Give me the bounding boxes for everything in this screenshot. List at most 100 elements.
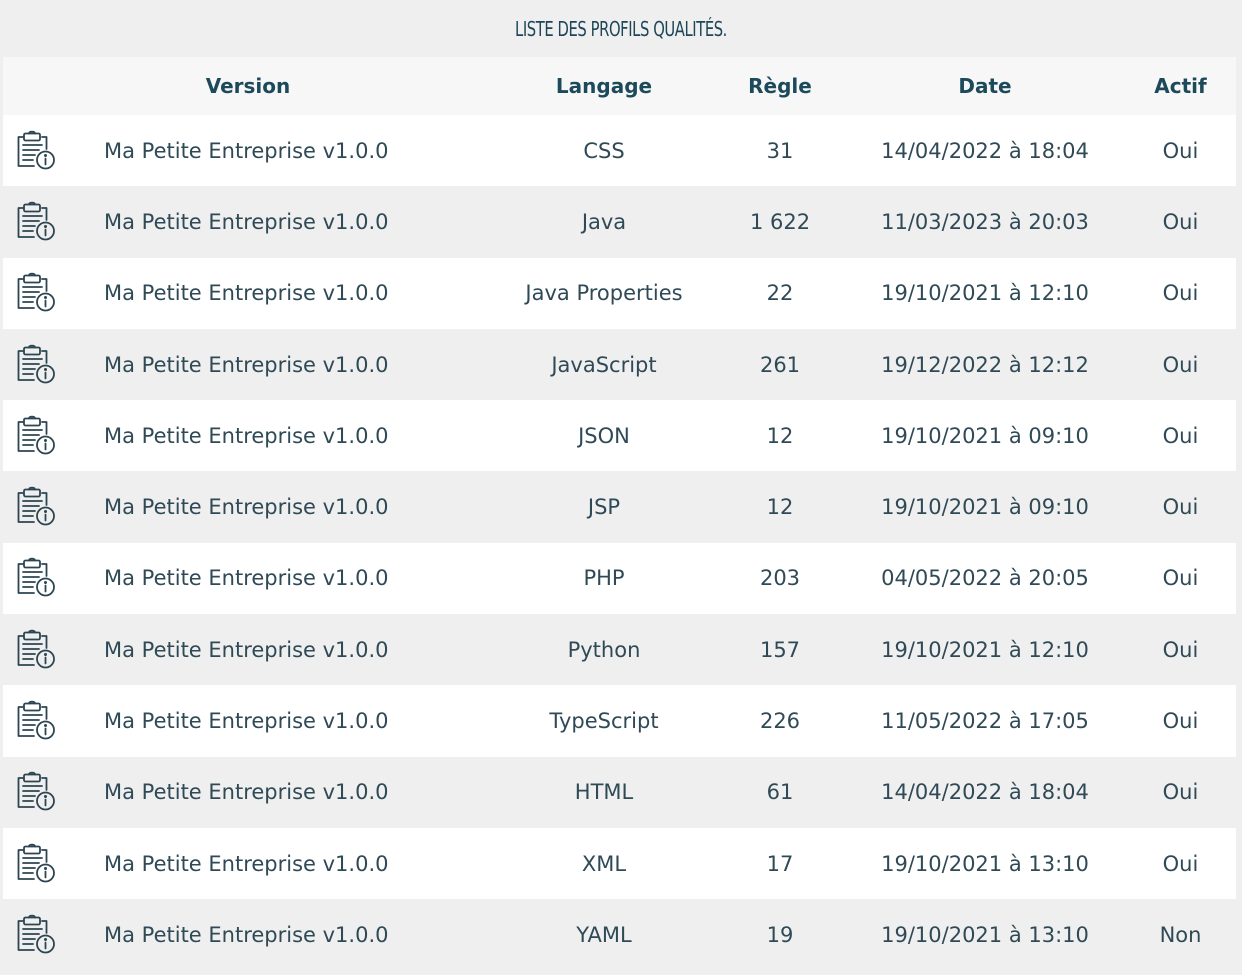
table-row: Ma Petite Entreprise v1.0.0 JSON 12 19/1…	[3, 400, 1236, 472]
cell-active: Oui	[1162, 209, 1199, 234]
cell-version: Ma Petite Entreprise v1.0.0	[104, 637, 389, 662]
page-title: Liste des profils qualités.	[515, 16, 727, 41]
cell-active: Oui	[1162, 423, 1199, 448]
icon-cell	[3, 771, 83, 813]
cell-version: Ma Petite Entreprise v1.0.0	[104, 922, 389, 947]
cell-active: Non	[1159, 922, 1202, 947]
cell-rules: 203	[759, 566, 801, 591]
clipboard-info-icon[interactable]	[14, 843, 58, 885]
quality-profiles-table: Version Langage Règle Date Actif Ma Peti…	[3, 57, 1236, 971]
table-row: Ma Petite Entreprise v1.0.0 PHP 203 04/0…	[3, 542, 1236, 615]
cell-language: Python	[567, 637, 641, 662]
cell-version: Ma Petite Entreprise v1.0.0	[104, 495, 389, 520]
cell-date: 19/10/2021 à 12:10	[881, 637, 1089, 662]
cell-language: YAML	[576, 922, 632, 947]
icon-cell	[3, 272, 83, 314]
cell-date: 11/05/2022 à 17:05	[881, 709, 1089, 734]
cell-rules: 61	[766, 780, 794, 805]
cell-active: Oui	[1162, 709, 1199, 734]
cell-language: CSS	[583, 138, 625, 163]
cell-rules: 22	[766, 281, 794, 306]
column-header-version: Version	[83, 74, 493, 98]
cell-date: 14/04/2022 à 18:04	[881, 780, 1089, 805]
table-row: Ma Petite Entreprise v1.0.0 CSS 31 14/04…	[3, 115, 1236, 187]
cell-version: Ma Petite Entreprise v1.0.0	[104, 423, 389, 448]
column-header-rules: Règle	[748, 74, 812, 98]
cell-language: JavaScript	[551, 352, 657, 377]
icon-cell	[3, 557, 83, 599]
cell-rules: 12	[766, 495, 794, 520]
table-row: Ma Petite Entreprise v1.0.0 JavaScript 2…	[3, 328, 1236, 401]
cell-date: 19/10/2021 à 13:10	[881, 851, 1089, 876]
cell-version: Ma Petite Entreprise v1.0.0	[104, 709, 389, 734]
cell-version: Ma Petite Entreprise v1.0.0	[104, 851, 389, 876]
icon-cell	[3, 486, 83, 528]
cell-date: 04/05/2022 à 20:05	[881, 566, 1089, 591]
icon-cell	[3, 344, 83, 386]
cell-version: Ma Petite Entreprise v1.0.0	[104, 209, 389, 234]
clipboard-info-icon[interactable]	[14, 486, 58, 528]
cell-date: 19/10/2021 à 13:10	[881, 922, 1089, 947]
cell-language: HTML	[574, 780, 634, 805]
table-header: Version Langage Règle Date Actif	[3, 57, 1236, 115]
cell-active: Oui	[1162, 851, 1199, 876]
column-header-language: Langage	[555, 74, 653, 98]
cell-date: 14/04/2022 à 18:04	[881, 138, 1089, 163]
table-row: Ma Petite Entreprise v1.0.0 YAML 19 19/1…	[3, 899, 1236, 971]
column-header-active: Actif	[1154, 74, 1207, 98]
cell-date: 11/03/2023 à 20:03	[881, 209, 1089, 234]
table-row: Ma Petite Entreprise v1.0.0 XML 17 19/10…	[3, 827, 1236, 900]
table-row: Ma Petite Entreprise v1.0.0 JSP 12 19/10…	[3, 471, 1236, 543]
cell-active: Oui	[1162, 352, 1199, 377]
clipboard-info-icon[interactable]	[14, 201, 58, 243]
cell-version: Ma Petite Entreprise v1.0.0	[104, 352, 389, 377]
clipboard-info-icon[interactable]	[14, 344, 58, 386]
table-row: Ma Petite Entreprise v1.0.0 Python 157 1…	[3, 614, 1236, 686]
clipboard-info-icon[interactable]	[14, 629, 58, 671]
page: Liste des profils qualités. Version Lang…	[0, 0, 1242, 975]
clipboard-info-icon[interactable]	[14, 415, 58, 457]
cell-rules: 261	[759, 352, 801, 377]
cell-rules: 19	[766, 922, 794, 947]
cell-date: 19/10/2021 à 09:10	[881, 423, 1089, 448]
cell-version: Ma Petite Entreprise v1.0.0	[104, 780, 389, 805]
table-row: Ma Petite Entreprise v1.0.0 HTML 61 14/0…	[3, 756, 1236, 828]
cell-language: Java	[581, 209, 627, 234]
icon-cell	[3, 629, 83, 671]
clipboard-info-icon[interactable]	[14, 557, 58, 599]
cell-language: TypeScript	[549, 709, 659, 734]
cell-rules: 157	[759, 637, 801, 662]
cell-version: Ma Petite Entreprise v1.0.0	[104, 138, 389, 163]
cell-rules: 12	[766, 423, 794, 448]
cell-date: 19/10/2021 à 12:10	[881, 281, 1089, 306]
clipboard-info-icon[interactable]	[14, 771, 58, 813]
cell-active: Oui	[1162, 637, 1199, 662]
cell-active: Oui	[1162, 281, 1199, 306]
cell-date: 19/10/2021 à 09:10	[881, 495, 1089, 520]
icon-cell	[3, 201, 83, 243]
cell-active: Oui	[1162, 566, 1199, 591]
table-row: Ma Petite Entreprise v1.0.0 Java 1 622 1…	[3, 186, 1236, 258]
cell-version: Ma Petite Entreprise v1.0.0	[104, 281, 389, 306]
column-header-date: Date	[958, 74, 1012, 98]
cell-date: 19/12/2022 à 12:12	[881, 352, 1089, 377]
clipboard-info-icon[interactable]	[14, 272, 58, 314]
cell-rules: 1 622	[749, 209, 811, 234]
cell-language: JSON	[578, 423, 630, 448]
cell-language: Java Properties	[525, 281, 683, 306]
cell-rules: 226	[759, 709, 801, 734]
column-header-version-label: Version	[205, 74, 291, 98]
icon-cell	[3, 843, 83, 885]
cell-active: Oui	[1162, 780, 1199, 805]
clipboard-info-icon[interactable]	[14, 130, 58, 172]
cell-language: JSP	[587, 495, 621, 520]
icon-cell	[3, 914, 83, 956]
icon-cell	[3, 130, 83, 172]
table-row: Ma Petite Entreprise v1.0.0 Java Propert…	[3, 257, 1236, 329]
clipboard-info-icon[interactable]	[14, 914, 58, 956]
cell-language: PHP	[583, 566, 625, 591]
cell-rules: 31	[766, 138, 794, 163]
icon-cell	[3, 700, 83, 742]
clipboard-info-icon[interactable]	[14, 700, 58, 742]
cell-rules: 17	[766, 851, 794, 876]
